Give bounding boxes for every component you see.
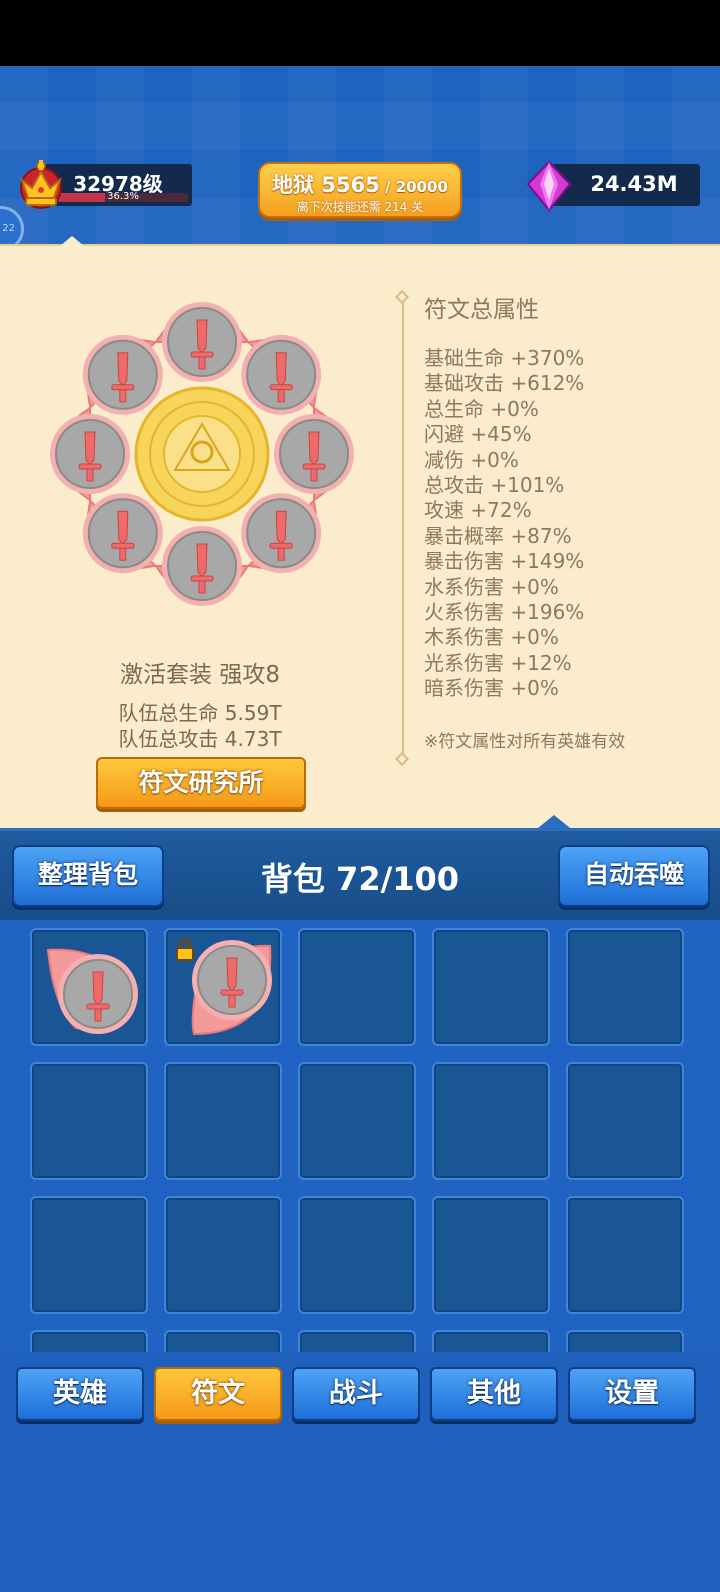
inventory-slot[interactable] — [432, 1196, 550, 1314]
stage-current: 5565 — [321, 173, 380, 197]
inventory-slot[interactable] — [298, 1330, 416, 1352]
nav-tab-4[interactable]: 设置 — [568, 1367, 696, 1421]
inventory-slot[interactable] — [164, 928, 282, 1046]
inventory-slot[interactable] — [566, 1330, 684, 1352]
nav-tab-3[interactable]: 其他 — [430, 1367, 558, 1421]
stat-item: 总生命 +0% — [424, 396, 539, 421]
stage-name: 地狱 — [272, 173, 315, 197]
stats-note: ※符文属性对所有英雄有效 — [424, 732, 626, 752]
rune-wheel — [50, 302, 354, 606]
stat-item: 基础生命 +370% — [424, 346, 585, 370]
stat-item: 水系伤害 +0% — [424, 574, 559, 599]
stage-progress-panel[interactable]: 地狱 5565 / 20000 离下次技能还需 214 关 — [258, 162, 462, 218]
inventory-slot[interactable] — [298, 928, 416, 1046]
stats-divider — [402, 298, 404, 760]
inventory-slot[interactable] — [30, 928, 148, 1046]
sort-bag-button[interactable]: 整理背包 — [12, 845, 164, 907]
rune-panel-tab — [60, 236, 84, 246]
stat-item: 减伤 +0% — [424, 447, 519, 472]
active-set-text: 激活套装 强攻8 — [120, 662, 280, 688]
rune-slot[interactable] — [82, 334, 163, 415]
rune-slot[interactable] — [82, 493, 163, 574]
inventory-slot[interactable] — [164, 1330, 282, 1352]
status-bar — [0, 0, 720, 66]
stage-separator: / — [379, 178, 396, 196]
inventory-slot[interactable] — [164, 1196, 282, 1314]
stat-item: 基础攻击 +612% — [424, 371, 585, 396]
nav-tab-0[interactable]: 英雄 — [16, 1367, 144, 1421]
inventory-slot[interactable] — [566, 928, 684, 1046]
stat-item: 光系伤害 +12% — [424, 650, 572, 675]
nav-tab-2[interactable]: 战斗 — [292, 1367, 420, 1421]
inventory-slot[interactable] — [30, 1196, 148, 1314]
gem-amount: 24.43M — [590, 172, 678, 196]
inventory-slot[interactable] — [432, 1062, 550, 1180]
inventory-slot[interactable] — [432, 928, 550, 1046]
stat-item: 暗系伤害 +0% — [424, 676, 559, 701]
stat-item: 暴击概率 +87% — [424, 523, 572, 548]
stage-title: 地狱 5565 / 20000 — [260, 169, 460, 199]
rune-slot[interactable] — [154, 302, 250, 382]
nav-tab-1[interactable]: 符文 — [154, 1367, 282, 1421]
inventory-grid — [0, 920, 720, 1352]
stat-item: 暴击伤害 +149% — [424, 549, 585, 574]
rune-slot[interactable] — [154, 526, 250, 606]
rune-wheel-center — [134, 386, 270, 522]
rune-slot[interactable] — [274, 406, 354, 502]
top-background — [0, 66, 720, 246]
rune-slot[interactable] — [50, 406, 130, 502]
stat-item: 火系伤害 +196% — [424, 599, 585, 624]
sword-rune-icon — [46, 948, 138, 1034]
bag-bar-tab — [538, 815, 570, 828]
bag-capacity-title: 背包 72/100 — [260, 860, 460, 898]
stats-list: 基础生命 +370% 基础攻击 +612% 总生命 +0% 闪避 +45% 减伤 +0%… — [424, 346, 584, 701]
inventory-slot[interactable] — [30, 1330, 148, 1352]
inventory-slot[interactable] — [432, 1330, 550, 1352]
inventory-slot[interactable] — [566, 1196, 684, 1314]
gem-icon — [526, 160, 572, 212]
auto-devour-button[interactable]: 自动吞噬 — [558, 845, 710, 907]
level-progress-percent: 36.3% — [107, 191, 139, 202]
stats-title: 符文总属性 — [424, 297, 539, 323]
inventory-slot[interactable] — [298, 1196, 416, 1314]
inventory-slot[interactable] — [566, 1062, 684, 1180]
stat-item: 攻速 +72% — [424, 498, 532, 523]
stage-subtitle: 离下次技能还需 214 关 — [296, 200, 424, 214]
crown-icon — [19, 160, 63, 209]
stat-item: 木系伤害 +0% — [424, 625, 559, 650]
inventory-slot[interactable] — [30, 1062, 148, 1180]
lock-icon[interactable] — [174, 938, 196, 962]
inventory-slot[interactable] — [164, 1062, 282, 1180]
player-level-panel[interactable]: 32978级 36.3% — [44, 164, 192, 206]
rune-research-button[interactable]: 符文研究所 — [96, 757, 306, 809]
rune-slot[interactable] — [241, 493, 322, 574]
team-total-hp: 队伍总生命 5.59T — [118, 701, 282, 725]
stat-item: 总攻击 +101% — [424, 472, 565, 497]
inventory-slot[interactable] — [298, 1062, 416, 1180]
stat-item: 闪避 +45% — [424, 422, 532, 447]
team-total-attack: 队伍总攻击 4.73T — [118, 727, 282, 751]
rune-slot[interactable] — [241, 334, 322, 415]
stage-max: 20000 — [395, 178, 448, 196]
